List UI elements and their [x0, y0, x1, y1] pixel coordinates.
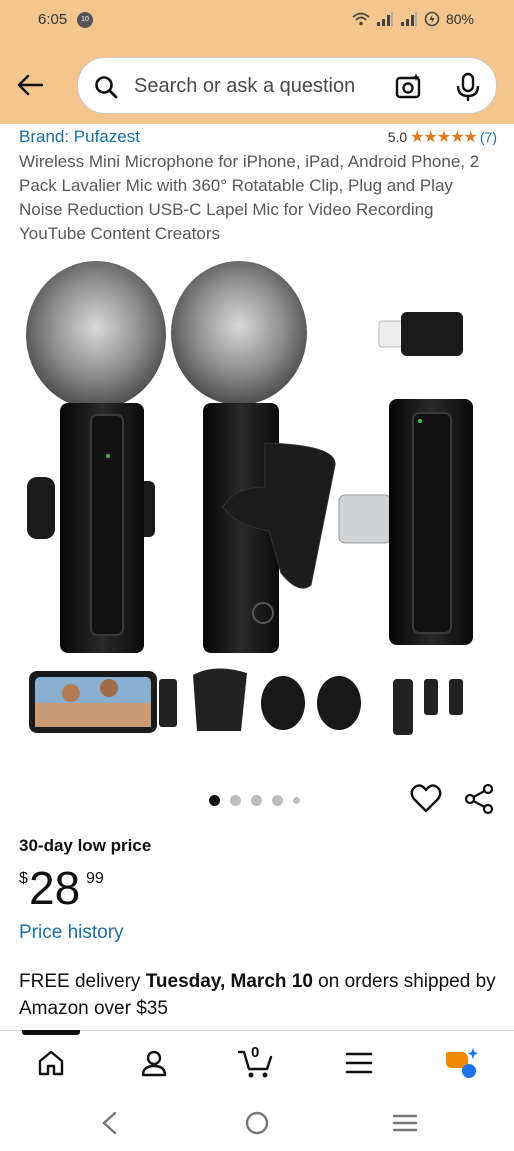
brand-link[interactable]: Brand: Pufazest	[19, 127, 140, 147]
system-recents-icon[interactable]	[392, 1110, 418, 1136]
rating-score: 5.0	[387, 129, 408, 145]
header-bar: 6:05 10 80% Search or ask a question	[0, 0, 514, 124]
product-title: Wireless Mini Microphone for iPhone, iPa…	[19, 152, 480, 243]
microphone-1	[26, 261, 166, 653]
product-image[interactable]	[19, 255, 495, 745]
search-bar[interactable]: Search or ask a question	[77, 57, 497, 114]
delivery-date: Tuesday, March 10	[145, 971, 313, 992]
microphone-2	[171, 261, 336, 653]
nav-home[interactable]	[33, 1045, 69, 1081]
back-arrow-icon	[17, 74, 44, 96]
battery-saver-icon	[424, 11, 440, 27]
heart-icon[interactable]	[410, 783, 442, 815]
system-navigation-bar	[0, 1094, 514, 1151]
rating-stars-icon: ★★★★★	[410, 129, 478, 146]
pagination-dot-4[interactable]	[272, 795, 283, 806]
system-back-icon[interactable]	[98, 1110, 122, 1136]
signal-icon-2	[400, 12, 417, 26]
accessories	[29, 668, 463, 735]
status-time: 6:05	[38, 11, 68, 28]
price-whole: 28	[29, 862, 81, 914]
price-history-link[interactable]: Price history	[19, 922, 124, 944]
nav-menu[interactable]	[341, 1045, 377, 1081]
nav-rufus[interactable]	[444, 1045, 480, 1081]
receiver	[338, 312, 473, 645]
search-icon	[95, 76, 118, 99]
pagination-dot-1[interactable]	[209, 795, 220, 806]
cart-count: 0	[251, 1044, 260, 1061]
account-icon	[141, 1050, 167, 1077]
price-fraction: 99	[86, 870, 104, 887]
rating-count[interactable]: (7)	[480, 129, 497, 145]
deal-label: 30-day low price	[19, 836, 152, 855]
back-button[interactable]	[15, 70, 45, 100]
signal-icon	[376, 12, 393, 26]
microphone-kit-photo	[26, 261, 473, 735]
camera-search-icon[interactable]	[395, 72, 423, 100]
delivery-info: FREE delivery Tuesday, March 10 on order…	[19, 968, 499, 1022]
status-indicators: 80%	[352, 11, 474, 27]
system-home-icon[interactable]	[244, 1110, 270, 1136]
notification-badge: 10	[77, 12, 93, 28]
nav-account[interactable]	[136, 1045, 172, 1081]
pagination-dot-5[interactable]	[293, 797, 300, 804]
rating-summary[interactable]: 5.0 ★★★★★ (7)	[388, 127, 497, 147]
brand-rating-row: Brand: Pufazest 5.0 ★★★★★ (7)	[19, 126, 497, 148]
image-pagination[interactable]	[209, 795, 300, 806]
delivery-prefix: FREE delivery	[19, 971, 146, 992]
pagination-dot-2[interactable]	[230, 795, 241, 806]
nav-cart[interactable]: 0	[238, 1044, 274, 1081]
battery-level: 80%	[445, 11, 474, 27]
active-tab-indicator	[22, 1030, 80, 1035]
price-currency: $	[19, 870, 28, 887]
rufus-icon	[446, 1048, 478, 1078]
pagination-dot-3[interactable]	[251, 795, 262, 806]
wifi-icon	[352, 12, 370, 26]
home-icon	[38, 1050, 64, 1076]
menu-icon	[345, 1052, 373, 1074]
microphone-icon[interactable]	[455, 72, 481, 102]
status-bar: 6:05 10 80%	[0, 0, 514, 40]
share-icon[interactable]	[463, 783, 495, 815]
search-placeholder[interactable]: Search or ask a question	[134, 75, 355, 98]
bottom-nav: 0	[0, 1030, 514, 1094]
